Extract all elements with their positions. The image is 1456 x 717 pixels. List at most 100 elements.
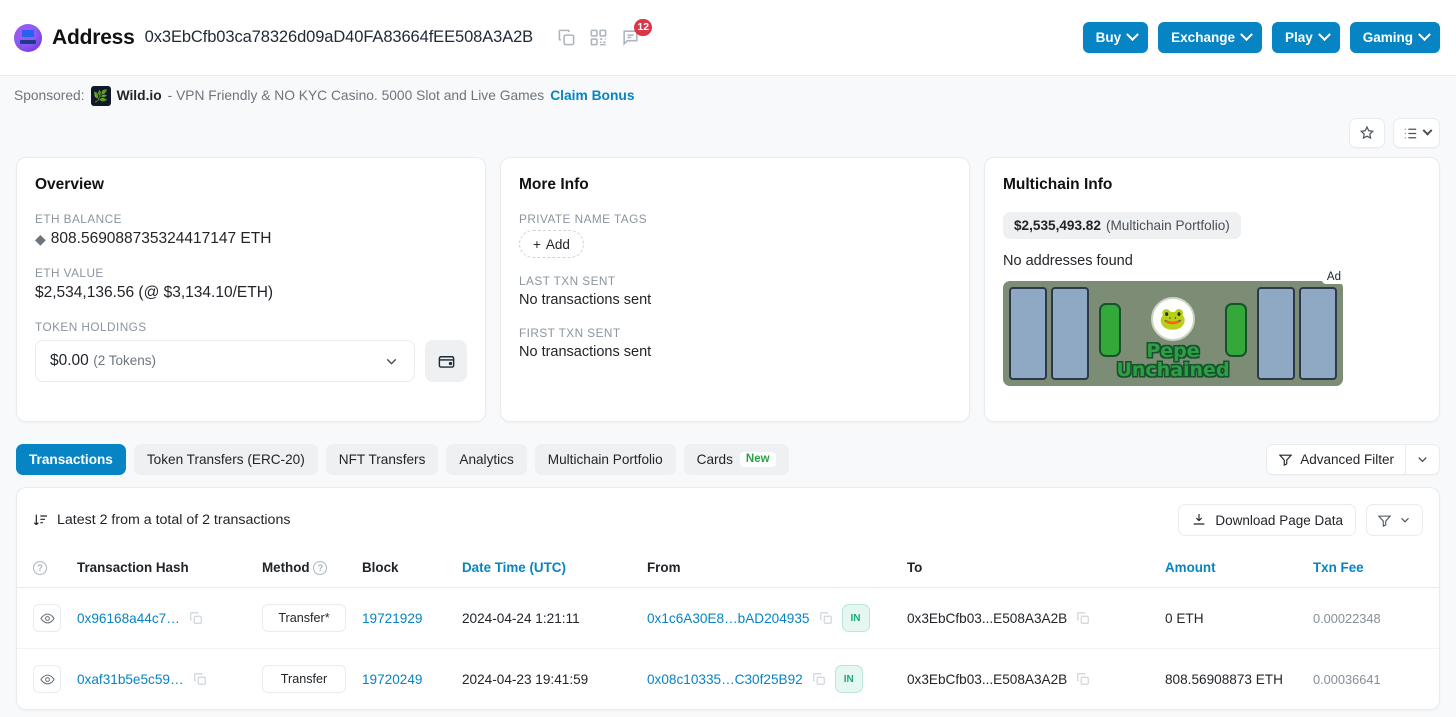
help-icon[interactable]: ? xyxy=(313,561,327,575)
token-holdings-select[interactable]: $0.00 (2 Tokens) xyxy=(35,340,415,382)
add-name-tag-button[interactable]: + Add xyxy=(519,230,584,258)
advertisement[interactable]: Ad 🐸 Pepe Unchained xyxy=(1003,281,1343,386)
cell-date-time: 2024-04-24 1:21:11 xyxy=(454,588,639,649)
sponsor-bar: Sponsored: 🌿 Wild.io - VPN Friendly & NO… xyxy=(0,76,1456,115)
table-filter-button[interactable] xyxy=(1366,504,1423,536)
token-holdings-label: TOKEN HOLDINGS xyxy=(35,320,467,334)
wallet-button[interactable] xyxy=(425,340,467,382)
exchange-button[interactable]: Exchange xyxy=(1158,22,1262,53)
from-address-link[interactable]: 0x1c6A30E8…bAD204935 xyxy=(647,611,810,626)
advanced-filter-dropdown[interactable] xyxy=(1405,445,1439,474)
eth-balance-label: ETH BALANCE xyxy=(35,212,467,226)
transactions-table: ? Transaction Hash Method ? Block Date T… xyxy=(17,550,1439,709)
eth-value-label: ETH VALUE xyxy=(35,266,467,280)
more-info-title: More Info xyxy=(519,176,951,194)
multichain-info-title: Multichain Info xyxy=(1003,176,1421,194)
plus-icon: + xyxy=(533,237,541,252)
eye-icon xyxy=(40,672,55,687)
copy-icon[interactable] xyxy=(189,611,203,625)
copy-icon[interactable] xyxy=(1076,611,1090,625)
table-head: ? Transaction Hash Method ? Block Date T… xyxy=(17,550,1439,588)
chevron-down-icon xyxy=(1423,125,1433,135)
add-button-label: Add xyxy=(546,237,570,252)
tab-label: Cards xyxy=(697,452,733,467)
sponsor-brand[interactable]: Wild.io xyxy=(117,88,162,103)
no-addresses-found-text: No addresses found xyxy=(1003,253,1421,269)
cell-transaction-hash: 0xaf31b5e5c59… xyxy=(69,649,254,710)
preview-button[interactable] xyxy=(33,665,61,693)
tab-multichain-portfolio[interactable]: Multichain Portfolio xyxy=(535,444,676,475)
gaming-button[interactable]: Gaming xyxy=(1350,22,1440,53)
cell-date-time: 2024-04-23 19:41:59 xyxy=(454,649,639,710)
copy-icon[interactable] xyxy=(1076,672,1090,686)
comment-icon[interactable]: 12 xyxy=(621,28,640,47)
cell-method: Transfer* xyxy=(254,588,354,649)
avatar xyxy=(14,24,42,52)
block-link[interactable]: 19720249 xyxy=(362,672,422,687)
copy-icon[interactable] xyxy=(193,672,207,686)
tab-nft-transfers[interactable]: NFT Transfers xyxy=(326,444,439,475)
method-chip[interactable]: Transfer* xyxy=(262,604,346,632)
th-amount[interactable]: Amount xyxy=(1157,550,1305,588)
copy-icon[interactable] xyxy=(819,611,833,625)
th-date-time[interactable]: Date Time (UTC) xyxy=(454,550,639,588)
token-holdings-row: $0.00 (2 Tokens) xyxy=(35,340,467,382)
th-txn-fee[interactable]: Txn Fee xyxy=(1305,550,1439,588)
tab-analytics[interactable]: Analytics xyxy=(446,444,526,475)
first-txn-sent-value: No transactions sent xyxy=(519,344,951,360)
buy-button[interactable]: Buy xyxy=(1083,22,1149,53)
transactions-summary-text: Latest 2 from a total of 2 transactions xyxy=(57,512,290,528)
header-icon-group: 12 xyxy=(557,28,640,47)
info-cards-row: Overview ETH BALANCE ◆ 808.5690887353244… xyxy=(0,151,1456,422)
copy-icon[interactable] xyxy=(557,28,576,47)
method-chip[interactable]: Transfer xyxy=(262,665,346,693)
tab-label: Multichain Portfolio xyxy=(548,452,663,467)
last-txn-sent-value: No transactions sent xyxy=(519,292,951,308)
download-page-data-button[interactable]: Download Page Data xyxy=(1178,504,1356,536)
copy-icon[interactable] xyxy=(812,672,826,686)
watchlist-button[interactable] xyxy=(1393,118,1440,148)
transaction-hash-link[interactable]: 0xaf31b5e5c59… xyxy=(77,672,184,687)
list-icon xyxy=(1402,125,1419,142)
cell-block: 19721929 xyxy=(354,588,454,649)
chevron-down-icon xyxy=(1240,28,1253,41)
tab-cards[interactable]: Cards New xyxy=(684,444,789,475)
ad-image: 🐸 Pepe Unchained xyxy=(1003,281,1343,386)
sort-descending-icon xyxy=(33,512,49,528)
eth-value-amount: $2,534,136.56 (@ $3,134.10/ETH) xyxy=(35,284,467,302)
multichain-portfolio-value: $2,535,493.82 xyxy=(1014,218,1101,233)
more-info-card: More Info PRIVATE NAME TAGS + Add LAST T… xyxy=(500,157,970,422)
play-button[interactable]: Play xyxy=(1272,22,1340,53)
pepe-icon: 🐸 xyxy=(1151,297,1195,341)
help-icon[interactable]: ? xyxy=(33,561,47,575)
to-address: 0x3EbCfb03...E508A3A2B xyxy=(907,611,1067,626)
tab-token-transfers[interactable]: Token Transfers (ERC-20) xyxy=(134,444,318,475)
transaction-hash-link[interactable]: 0x96168a44c7… xyxy=(77,611,180,626)
cell-to: 0x3EbCfb03...E508A3A2B xyxy=(899,649,1157,710)
sponsor-text: - VPN Friendly & NO KYC Casino. 5000 Slo… xyxy=(168,88,545,103)
advanced-filter-button[interactable]: Advanced Filter xyxy=(1267,445,1405,474)
block-link[interactable]: 19721929 xyxy=(362,611,422,626)
tab-label: Token Transfers (ERC-20) xyxy=(147,452,305,467)
from-address-link[interactable]: 0x08c10335…C30f25B92 xyxy=(647,672,803,687)
claim-bonus-link[interactable]: Claim Bonus xyxy=(550,88,634,103)
tab-transactions[interactable]: Transactions xyxy=(16,444,126,475)
token-holdings-count: (2 Tokens) xyxy=(93,353,156,368)
table-row: 0x96168a44c7… Transfer* 19721929 2024-04… xyxy=(17,588,1439,649)
advanced-filter-label: Advanced Filter xyxy=(1300,452,1394,467)
transactions-summary: Latest 2 from a total of 2 transactions xyxy=(33,512,290,528)
ethereum-icon: ◆ xyxy=(35,231,46,248)
direction-badge: IN xyxy=(842,604,870,632)
multichain-portfolio-pill[interactable]: $2,535,493.82 (Multichain Portfolio) xyxy=(1003,212,1241,239)
preview-button[interactable] xyxy=(33,604,61,632)
utility-row xyxy=(0,115,1456,151)
tab-label: Analytics xyxy=(459,452,513,467)
favorite-button[interactable] xyxy=(1349,118,1385,148)
new-badge: New xyxy=(740,452,776,468)
cell-txn-fee: 0.00022348 xyxy=(1305,588,1439,649)
chevron-down-icon xyxy=(1418,28,1431,41)
qr-code-icon[interactable] xyxy=(589,28,608,47)
private-name-tags-label: PRIVATE NAME TAGS xyxy=(519,212,951,226)
tab-label: Transactions xyxy=(29,452,113,467)
advanced-filter-group: Advanced Filter xyxy=(1266,444,1440,475)
